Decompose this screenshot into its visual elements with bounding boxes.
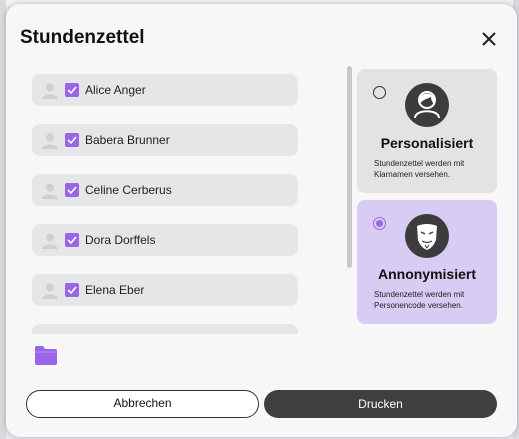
list-item-label: Dora Dorffels — [85, 233, 156, 247]
option-description: Stundenzettel werden mit Klarnamen verse… — [374, 159, 465, 179]
list-scrollbar[interactable] — [347, 66, 352, 268]
list-item[interactable]: Dora Dorffels — [32, 224, 298, 256]
list-item[interactable]: Babera Brunner — [32, 124, 298, 156]
option-title: Personalisiert — [380, 135, 474, 151]
dialog-title: Stundenzettel — [20, 27, 145, 48]
radio-annonymisiert[interactable] — [373, 217, 386, 230]
list-item-label: Elena Eber — [85, 283, 145, 297]
anonymous-mask-icon — [405, 214, 449, 258]
person-icon — [41, 82, 59, 100]
list-item-label: Alice Anger — [85, 83, 146, 97]
radio-personalisiert[interactable] — [373, 86, 386, 99]
person-icon — [41, 132, 59, 150]
employee-list[interactable]: Alice Anger Babera Brunner Celine Cerber… — [28, 64, 328, 334]
stundenzettel-dialog: Stundenzettel Alice Anger Babera Brunner — [6, 4, 517, 437]
close-icon[interactable] — [478, 28, 500, 50]
person-icon — [41, 232, 59, 250]
print-button[interactable]: Drucken — [264, 390, 497, 418]
list-item[interactable]: Celine Cerberus — [32, 174, 298, 206]
list-item[interactable]: Alice Anger — [32, 74, 298, 106]
checkbox[interactable] — [65, 183, 79, 197]
list-item-label: Babera Brunner — [85, 133, 170, 147]
folder-icon[interactable] — [34, 344, 58, 366]
list-item-label: Celine Cerberus — [85, 183, 172, 197]
option-annonymisiert[interactable]: Annonymisiert Stundenzettel werden mit P… — [357, 200, 497, 324]
list-item-partial[interactable] — [32, 324, 298, 334]
checkbox[interactable] — [65, 133, 79, 147]
person-avatar-icon — [405, 83, 449, 127]
checkbox[interactable] — [65, 83, 79, 97]
checkbox[interactable] — [65, 283, 79, 297]
checkbox[interactable] — [65, 233, 79, 247]
person-icon — [41, 182, 59, 200]
option-title: Annonymisiert — [377, 266, 476, 282]
option-description: Stundenzettel werden mit Personencode ve… — [374, 290, 465, 310]
person-icon — [41, 282, 59, 300]
cancel-button[interactable]: Abbrechen — [26, 390, 259, 418]
list-item[interactable]: Elena Eber — [32, 274, 298, 306]
option-personalisiert[interactable]: Personalisiert Stundenzettel werden mit … — [357, 69, 497, 193]
